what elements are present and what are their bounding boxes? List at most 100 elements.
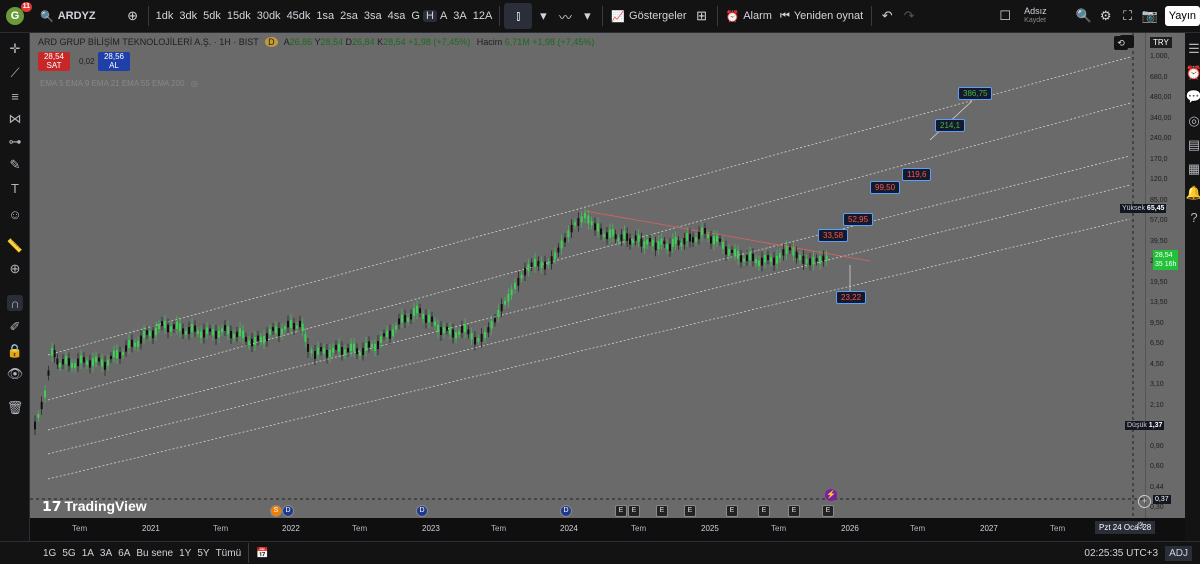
symbol-search[interactable]: 🔍 ARDYZ — [36, 10, 100, 23]
eye-icon[interactable]: 👁 — [7, 366, 24, 382]
adj-toggle[interactable]: ADJ — [1165, 545, 1192, 561]
range-1y[interactable]: 1Y — [176, 548, 194, 559]
sell-button[interactable]: 28,54 SAT — [38, 52, 70, 71]
timeframe-G[interactable]: G — [408, 10, 423, 22]
camera-icon[interactable]: 📷 — [1139, 5, 1161, 27]
timeframe-2sa[interactable]: 2sa — [337, 10, 361, 22]
text-icon[interactable]: T — [7, 180, 23, 196]
timeframe-1sa[interactable]: 1sa — [313, 10, 337, 22]
trash-icon[interactable]: 🗑 — [7, 400, 24, 416]
redo-icon[interactable]: ↷ — [898, 5, 920, 27]
replay-button[interactable]: ⏮ Yeniden oynat — [776, 10, 867, 23]
indicators-button[interactable]: 📈 Göstergeler — [607, 10, 690, 23]
brush-icon[interactable]: ✎ — [7, 157, 23, 173]
settings-icon[interactable]: ⚙ — [1136, 521, 1145, 532]
alerts-panel-icon[interactable]: ⏰ — [1186, 65, 1200, 81]
timeframe-5dk[interactable]: 5dk — [200, 10, 224, 22]
user-avatar[interactable]: G 11 — [6, 2, 32, 25]
event-marker-D[interactable]: D — [416, 505, 428, 517]
event-marker-E[interactable]: E — [822, 505, 834, 517]
layout-select-icon[interactable]: ☐ — [994, 5, 1016, 27]
goto-date-icon[interactable]: 📅 — [253, 548, 271, 559]
event-marker-E[interactable]: E — [628, 505, 640, 517]
chevron-down-icon[interactable]: ▾ — [576, 5, 598, 27]
lock-icon[interactable]: 🔒 — [7, 343, 23, 359]
event-marker-D[interactable]: D — [560, 505, 572, 517]
calendar-icon[interactable]: ▤ — [1186, 137, 1200, 153]
event-marker-E[interactable]: E — [684, 505, 696, 517]
compare-add-icon[interactable]: ⊕ — [122, 5, 144, 27]
settings-icon[interactable]: ⚙ — [1095, 5, 1117, 27]
timeframe-12A[interactable]: 12A — [470, 10, 496, 22]
timeframe-3sa[interactable]: 3sa — [361, 10, 385, 22]
range-1g[interactable]: 1G — [40, 548, 59, 559]
notifications-icon[interactable]: 🔔 — [1186, 185, 1200, 201]
range-bu-sene[interactable]: Bu sene — [133, 548, 176, 559]
timeframe-3A[interactable]: 3A — [450, 10, 469, 22]
timeframe-3dk[interactable]: 3dk — [176, 10, 200, 22]
help-icon[interactable]: ? — [1186, 209, 1200, 225]
event-marker-E[interactable]: E — [615, 505, 627, 517]
event-marker-E[interactable]: E — [788, 505, 800, 517]
target-label[interactable]: 23,22 — [836, 291, 867, 304]
price-chart[interactable] — [30, 33, 1145, 518]
fib-icon[interactable]: ≡ — [7, 88, 23, 104]
undo-icon[interactable]: ↶ — [876, 5, 898, 27]
range-6a[interactable]: 6A — [115, 548, 133, 559]
target-label[interactable]: 99,50 — [870, 181, 901, 194]
target-label[interactable]: 33,58 — [818, 229, 849, 242]
price-axis[interactable]: TRY ⟲ 1.000, 680,0 480,00 340,00 240,00 170,0… — [1114, 33, 1185, 518]
chart-type-chevron-icon[interactable]: ▾ — [532, 5, 554, 27]
target-label[interactable]: 52,95 — [843, 213, 874, 226]
target-label[interactable]: 119,6 — [902, 168, 932, 181]
timeframe-1dk[interactable]: 1dk — [153, 10, 177, 22]
event-marker-E[interactable]: E — [726, 505, 738, 517]
projection-icon[interactable]: ⊶ — [7, 134, 23, 150]
event-marker-S[interactable]: S — [270, 505, 282, 517]
line-chart-icon[interactable]: 〰 — [554, 5, 576, 27]
publish-button[interactable]: Yayın — [1164, 6, 1200, 26]
layout-name[interactable]: Adsız Kaydet — [1024, 7, 1047, 25]
range-3a[interactable]: 3A — [97, 548, 115, 559]
range-5g[interactable]: 5G — [59, 548, 78, 559]
range-tümü[interactable]: Tümü — [213, 548, 245, 559]
clock[interactable]: 02:25:35 UTC+3 — [1081, 548, 1161, 559]
target-label[interactable]: 214,1 — [935, 119, 966, 132]
emoji-icon[interactable]: ☺ — [7, 206, 23, 222]
timeframe-30dk[interactable]: 30dk — [254, 10, 284, 22]
currency-selector[interactable]: TRY — [1150, 37, 1172, 48]
quick-search-icon[interactable]: 🔍 — [1073, 5, 1095, 27]
chat-icon[interactable]: 💬 — [1186, 89, 1200, 105]
templates-icon[interactable]: ⊞ — [691, 5, 713, 27]
timeframe-A[interactable]: A — [437, 10, 450, 22]
delay-icon[interactable]: D — [265, 37, 278, 47]
timeframe-15dk[interactable]: 15dk — [224, 10, 254, 22]
lightning-event-icon[interactable]: ⚡ — [825, 489, 837, 501]
timeframe-H[interactable]: H — [422, 10, 437, 22]
time-axis[interactable]: Tem 2021 Tem 2022 Tem 2023 Tem 2024 Tem 2025 Tem 20… — [30, 518, 1185, 540]
alert-button[interactable]: ⏰ Alarm — [722, 10, 776, 23]
timeframe-4sa[interactable]: 4sa — [385, 10, 409, 22]
buy-button[interactable]: 28,56 AL — [98, 52, 130, 71]
event-marker-D[interactable]: D — [282, 505, 294, 517]
target-label[interactable]: 386,75 — [958, 87, 993, 100]
add-alert-icon[interactable]: + — [1138, 495, 1151, 508]
auto-scale-icon[interactable]: ⟲ — [1114, 36, 1128, 50]
magnet-icon[interactable]: ∩ — [7, 295, 23, 311]
news-icon[interactable]: ▦ — [1186, 161, 1200, 177]
crosshair-icon[interactable]: ✛ — [7, 41, 23, 57]
fullscreen-icon[interactable]: ⛶ — [1117, 5, 1139, 27]
pattern-icon[interactable]: ⋈ — [7, 111, 23, 127]
watchlist-icon[interactable]: ☰ — [1186, 41, 1200, 57]
ruler-icon[interactable]: 📏 — [7, 238, 23, 254]
range-5y[interactable]: 5Y — [194, 548, 212, 559]
chart-canvas[interactable]: ARD GRUP BİLİŞİM TEKNOLOJİLERİ A.Ş. · 1H… — [30, 33, 1145, 518]
candles-icon[interactable]: ⫾ — [504, 3, 533, 29]
trend-line-icon[interactable]: ⟋ — [7, 65, 23, 81]
range-1a[interactable]: 1A — [79, 548, 97, 559]
timeframe-45dk[interactable]: 45dk — [284, 10, 314, 22]
zoom-icon[interactable]: ⊕ — [7, 261, 23, 277]
ideas-icon[interactable]: ◎ — [1186, 113, 1200, 129]
stay-drawing-icon[interactable]: ✐ — [7, 319, 23, 335]
event-marker-E[interactable]: E — [758, 505, 770, 517]
